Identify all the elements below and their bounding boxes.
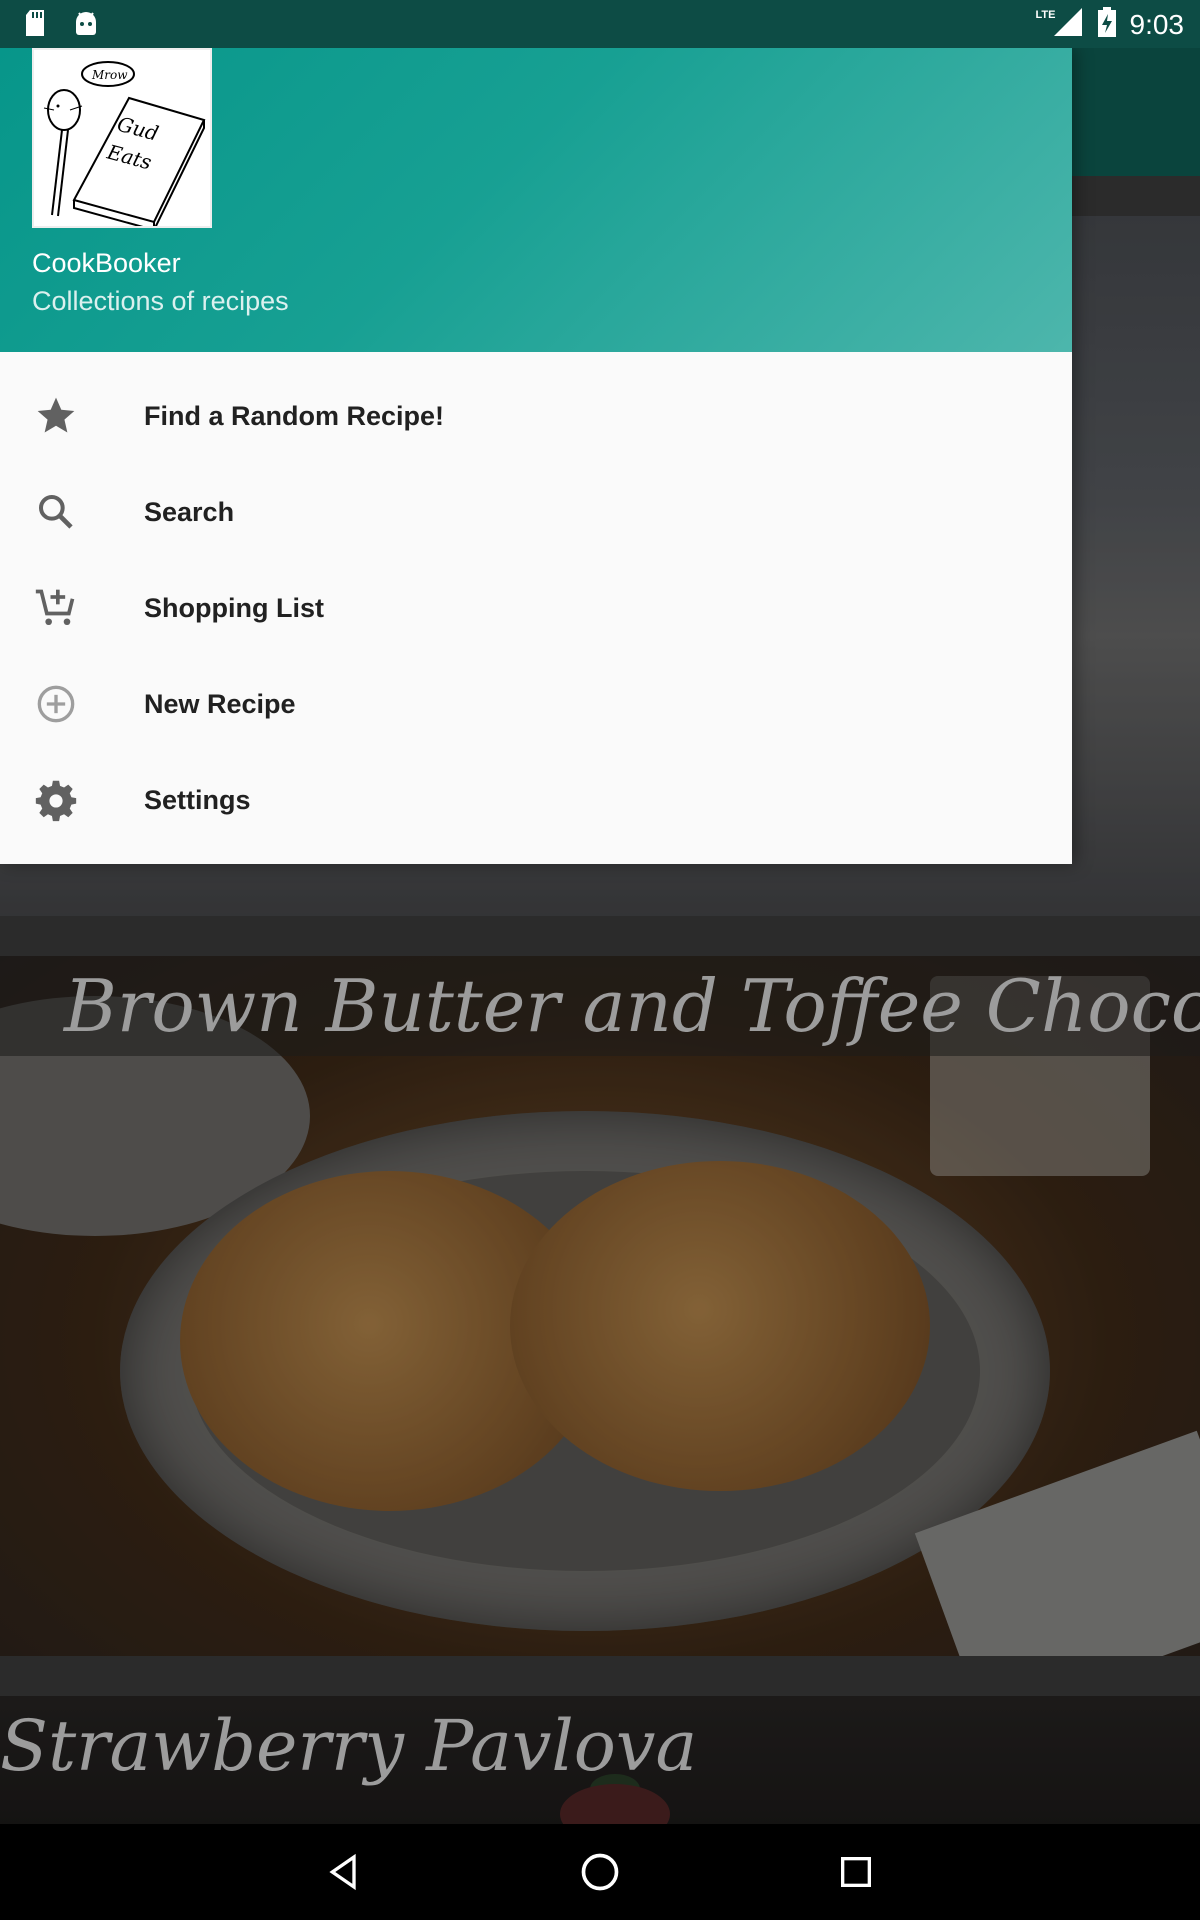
add-circle-icon	[32, 680, 80, 728]
menu-item-search[interactable]: Search	[0, 464, 1072, 560]
drawer-header: Mrow Gud Eats CookBooker Collections of …	[0, 48, 1072, 352]
app-subtitle: Collections of recipes	[32, 286, 289, 316]
menu-item-shopping-list[interactable]: Shopping List	[0, 560, 1072, 656]
menu-item-label: Search	[144, 496, 235, 527]
menu-item-label: Settings	[144, 784, 251, 815]
signal-icon	[1052, 6, 1084, 43]
menu-item-random-recipe[interactable]: Find a Random Recipe!	[0, 368, 1072, 464]
sd-card-icon	[22, 8, 48, 43]
app-logo: Mrow Gud Eats	[32, 48, 212, 232]
search-icon	[32, 488, 80, 536]
add-shopping-cart-icon	[32, 584, 80, 632]
system-nav-bar	[0, 1824, 1200, 1920]
menu-item-label: Find a Random Recipe!	[144, 400, 445, 431]
clock: 9:03	[1129, 8, 1185, 40]
menu-item-label: Shopping List	[144, 592, 324, 623]
gear-icon	[32, 776, 80, 824]
back-icon[interactable]	[320, 1848, 368, 1896]
network-type: LTE	[1035, 8, 1056, 21]
menu-item-new-recipe[interactable]: New Recipe	[0, 656, 1072, 752]
menu-item-label: New Recipe	[144, 688, 296, 719]
app-name: CookBooker	[32, 248, 181, 278]
star-icon	[32, 392, 80, 440]
battery-charging-icon	[1096, 6, 1118, 43]
svg-text:Mrow: Mrow	[91, 68, 128, 82]
drawer-menu: Find a Random Recipe! Search Shopping Li…	[0, 352, 1072, 848]
navigation-drawer: Mrow Gud Eats CookBooker Collections of …	[0, 48, 1072, 864]
home-icon[interactable]	[576, 1848, 624, 1896]
menu-item-settings[interactable]: Settings	[0, 752, 1072, 848]
status-bar: LTE 9:03	[0, 0, 1200, 48]
android-icon	[72, 8, 100, 43]
recents-icon[interactable]	[832, 1848, 880, 1896]
